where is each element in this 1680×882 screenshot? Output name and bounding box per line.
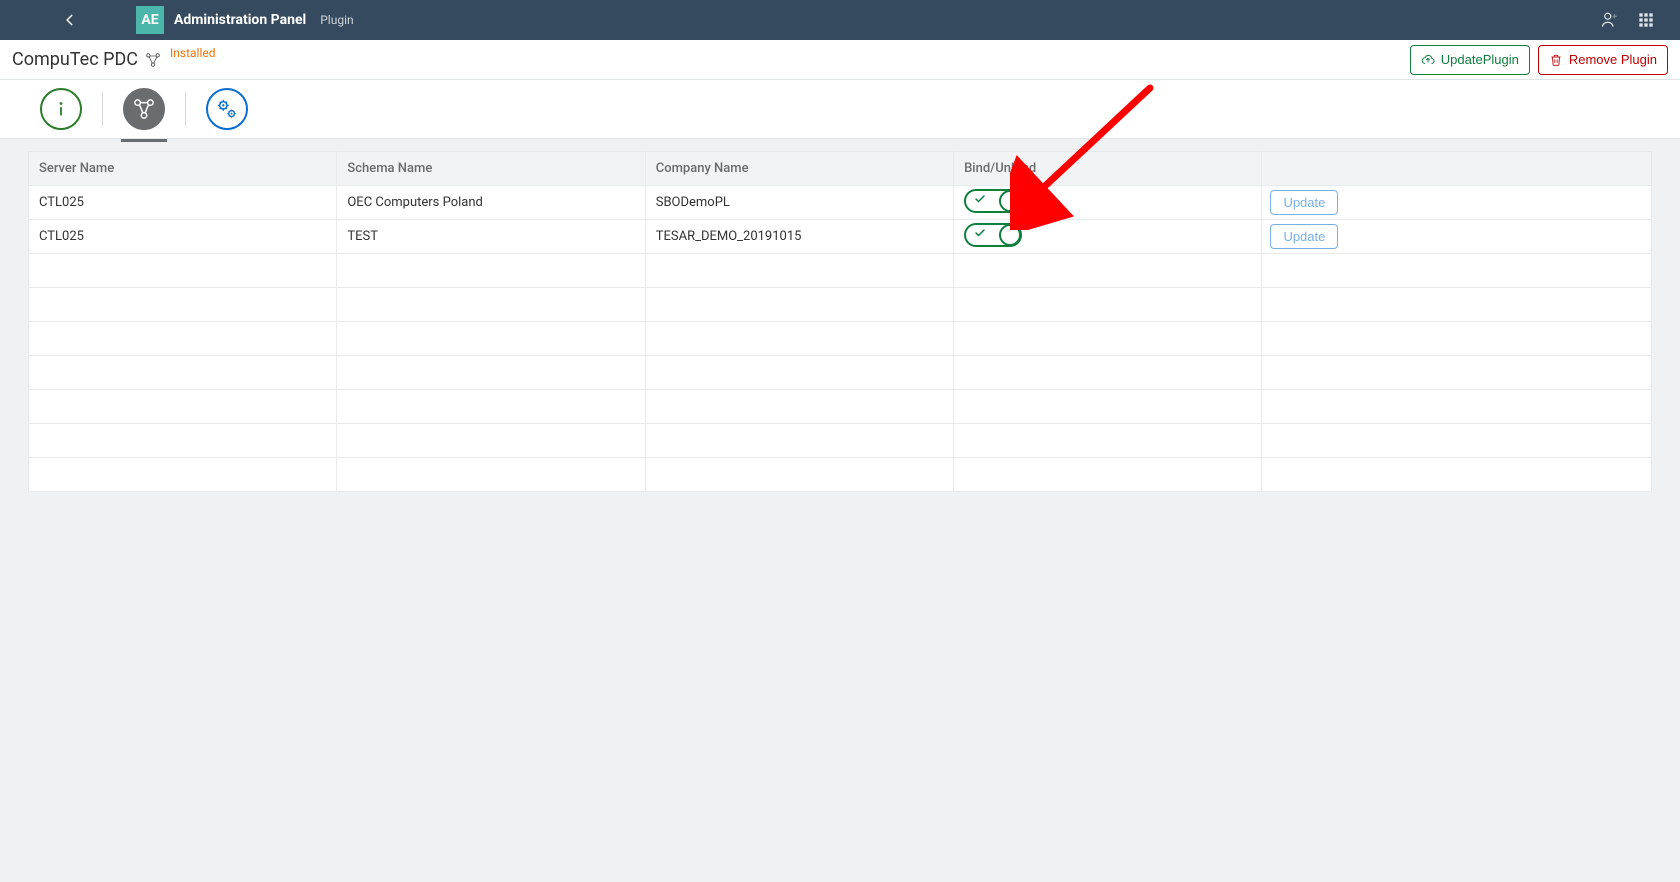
col-action — [1262, 152, 1652, 186]
cell-schema: OEC Computers Poland — [337, 186, 645, 220]
cloud-upload-icon — [1421, 53, 1435, 67]
cell-schema: TEST — [337, 220, 645, 254]
chevron-left-icon — [63, 13, 77, 27]
tab-bindings[interactable] — [123, 88, 165, 130]
bind-toggle[interactable] — [964, 189, 1022, 213]
table-row: CTL025 OEC Computers Poland SBODemoPL Up… — [29, 186, 1652, 220]
plugin-name: CompuTec PDC — [12, 49, 162, 70]
bindings-table: Server Name Schema Name Company Name Bin… — [28, 151, 1652, 492]
tab-bar — [0, 80, 1680, 139]
bindings-table-wrap: Server Name Schema Name Company Name Bin… — [0, 139, 1680, 504]
info-icon — [50, 98, 72, 120]
tab-settings[interactable] — [206, 88, 248, 130]
table-row-empty — [29, 458, 1652, 492]
app-title: Administration Panel — [174, 12, 306, 28]
nodes-icon — [133, 98, 155, 120]
update-plugin-button[interactable]: UpdatePlugin — [1410, 45, 1530, 75]
table-row-empty — [29, 424, 1652, 458]
col-schema[interactable]: Schema Name — [337, 152, 645, 186]
col-bind[interactable]: Bind/Unbind — [954, 152, 1262, 186]
bind-toggle[interactable] — [964, 223, 1022, 247]
table-header-row: Server Name Schema Name Company Name Bin… — [29, 152, 1652, 186]
installed-badge: Installed — [170, 46, 216, 60]
remove-plugin-label: Remove Plugin — [1569, 52, 1657, 67]
table-row-empty — [29, 356, 1652, 390]
cell-bind — [954, 186, 1262, 220]
trash-icon — [1549, 53, 1563, 67]
table-row-empty — [29, 288, 1652, 322]
top-navbar: AE Administration Panel Plugin — [0, 0, 1680, 40]
subheader: CompuTec PDC Installed UpdatePlugin Remo… — [0, 40, 1680, 80]
cell-action: Update — [1262, 220, 1652, 254]
plugin-name-text: CompuTec PDC — [12, 49, 138, 70]
table-row: CTL025 TEST TESAR_DEMO_20191015 Update — [29, 220, 1652, 254]
tab-separator — [102, 92, 103, 126]
cell-company: TESAR_DEMO_20191015 — [645, 220, 953, 254]
apps-grid-icon[interactable] — [1636, 10, 1656, 30]
cell-server: CTL025 — [29, 186, 337, 220]
tab-separator — [185, 92, 186, 126]
table-row-empty — [29, 254, 1652, 288]
cell-company: SBODemoPL — [645, 186, 953, 220]
update-plugin-label: UpdatePlugin — [1441, 52, 1519, 67]
table-row-empty — [29, 390, 1652, 424]
remove-plugin-button[interactable]: Remove Plugin — [1538, 45, 1668, 75]
row-update-button[interactable]: Update — [1270, 190, 1338, 215]
col-company[interactable]: Company Name — [645, 152, 953, 186]
check-icon — [974, 193, 986, 209]
col-server[interactable]: Server Name — [29, 152, 337, 186]
back-button[interactable] — [54, 4, 86, 36]
check-icon — [974, 227, 986, 243]
tab-info[interactable] — [40, 88, 82, 130]
row-update-button[interactable]: Update — [1270, 224, 1338, 249]
nodes-small-icon — [144, 51, 162, 69]
cell-server: CTL025 — [29, 220, 337, 254]
app-subtitle: Plugin — [320, 13, 353, 27]
user-icon[interactable] — [1600, 10, 1620, 30]
app-logo: AE — [136, 6, 164, 34]
cell-action: Update — [1262, 186, 1652, 220]
table-row-empty — [29, 322, 1652, 356]
cell-bind — [954, 220, 1262, 254]
gears-icon — [216, 98, 238, 120]
